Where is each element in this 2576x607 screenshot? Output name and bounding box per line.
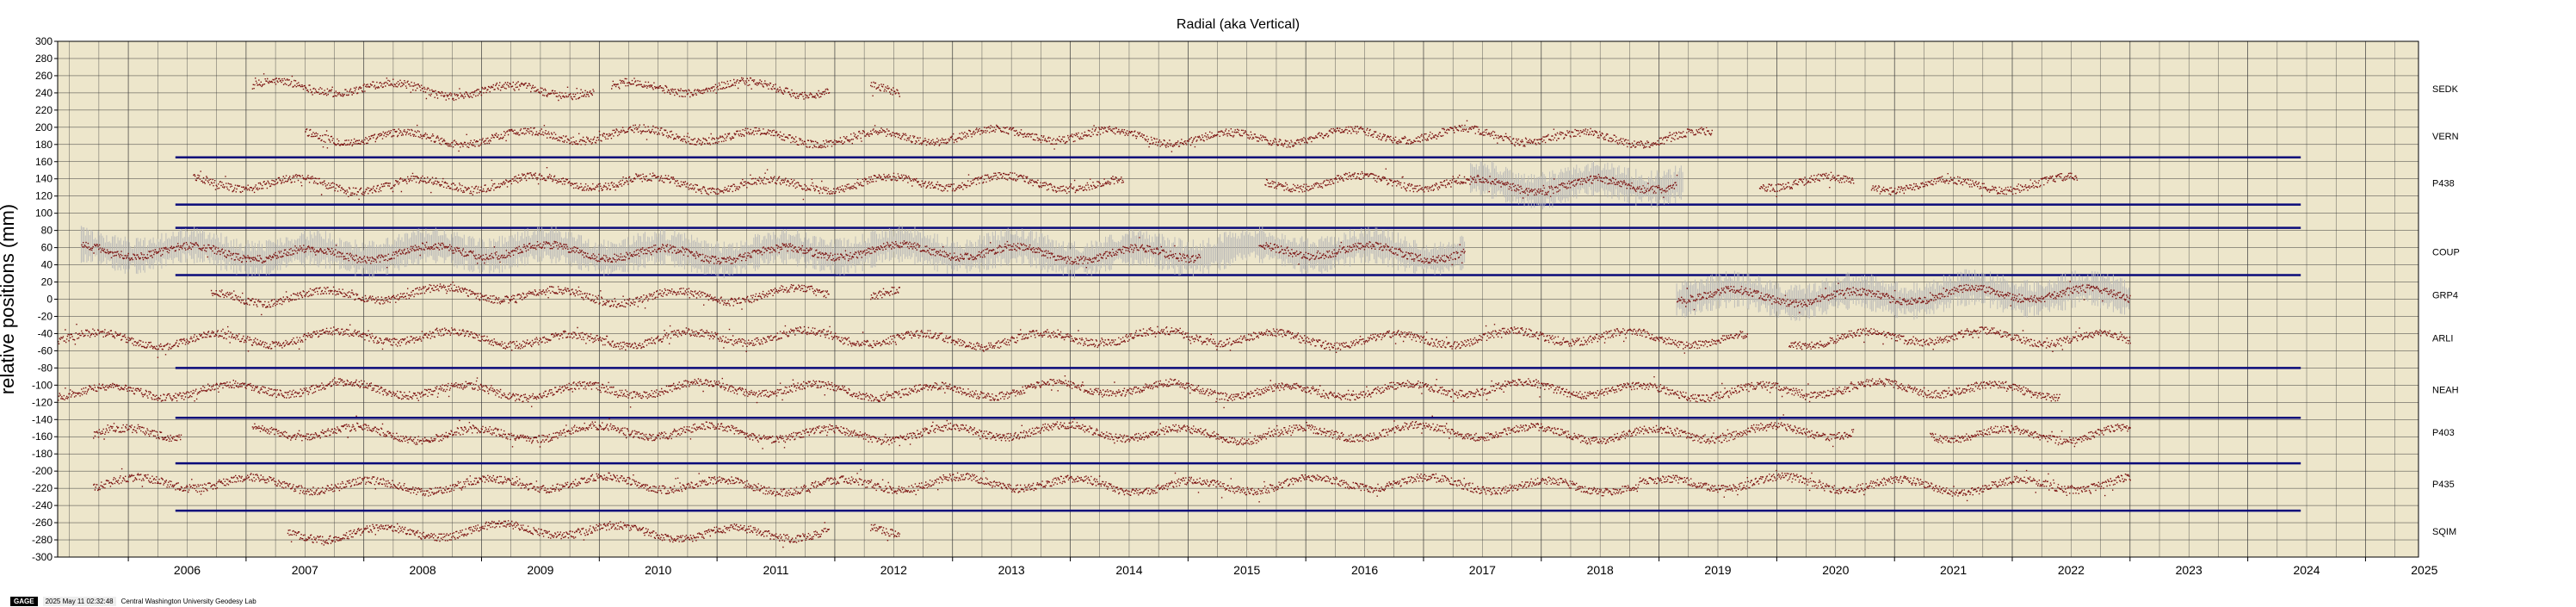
y-tick-label: -40 <box>38 327 53 339</box>
x-tick-label: 2015 <box>1233 563 1260 577</box>
x-tick-label: 2014 <box>1115 563 1142 577</box>
y-tick-labels: -300-280-260-240-220-200-180-160-140-120… <box>32 35 58 563</box>
x-tick-label: 2010 <box>645 563 671 577</box>
series-label-coup: COUP <box>2432 248 2460 258</box>
series-label-p435: P435 <box>2432 480 2455 490</box>
x-tick-label: 2018 <box>1587 563 1614 577</box>
y-tick-label: 60 <box>41 242 53 254</box>
y-tick-label: -80 <box>38 362 53 374</box>
series-label-arli: ARLI <box>2432 333 2453 344</box>
y-tick-label: -140 <box>32 413 53 425</box>
x-tick-label: 2022 <box>2058 563 2085 577</box>
timestamp: 2025 May 11 02:32:48 <box>42 596 116 606</box>
series-label-p438: P438 <box>2432 179 2455 189</box>
y-tick-label: -60 <box>38 344 53 356</box>
series-labels: SEDK VERN P438 COUP GRP4 ARLI NEAH P403 P435 SQIM <box>2432 84 2460 537</box>
y-tick-label: -220 <box>32 482 53 494</box>
y-tick-label: 80 <box>41 225 53 237</box>
x-tick-label: 2008 <box>410 563 436 577</box>
x-tick-label: 2025 <box>2411 563 2437 577</box>
y-tick-label: 120 <box>35 190 53 202</box>
x-tick-label: 2020 <box>1822 563 1849 577</box>
x-tick-labels: 2006 2007 2008 2009 2010 2011 2012 2013 2014 2015… <box>127 557 2438 577</box>
y-tick-label: -180 <box>32 448 53 460</box>
x-tick-label: 2006 <box>174 563 201 577</box>
chart-title: Radial (aka Vertical) <box>1177 17 1300 32</box>
y-tick-label: 300 <box>35 35 53 47</box>
series-label-neah: NEAH <box>2432 385 2459 395</box>
y-tick-label: 40 <box>41 259 53 271</box>
y-tick-label: 140 <box>35 173 53 185</box>
y-tick-label: 180 <box>35 139 53 151</box>
x-tick-label: 2009 <box>527 563 553 577</box>
y-axis-label: relative positions (mm) <box>0 204 18 394</box>
footer: GAGE 2025 May 11 02:32:48 Central Washin… <box>10 596 256 606</box>
x-tick-label: 2017 <box>1469 563 1496 577</box>
y-tick-label: 260 <box>35 70 53 82</box>
x-tick-label: 2016 <box>1351 563 1378 577</box>
series-label-p403: P403 <box>2432 428 2455 438</box>
y-tick-label: -120 <box>32 396 53 408</box>
x-tick-label: 2023 <box>2176 563 2202 577</box>
x-tick-label: 2024 <box>2293 563 2320 577</box>
y-tick-label: -300 <box>32 551 53 563</box>
x-tick-label: 2012 <box>880 563 907 577</box>
y-tick-label: 160 <box>35 156 53 168</box>
y-tick-label: -200 <box>32 465 53 477</box>
series-label-sqim: SQIM <box>2432 527 2456 537</box>
y-tick-label: -100 <box>32 379 53 391</box>
y-tick-label: 200 <box>35 121 53 133</box>
y-tick-label: -240 <box>32 499 53 511</box>
y-tick-label: -260 <box>32 517 53 529</box>
x-tick-label: 2019 <box>1704 563 1731 577</box>
y-tick-label: 280 <box>35 53 53 65</box>
x-tick-label: 2011 <box>763 563 788 577</box>
y-tick-label: -20 <box>38 310 53 322</box>
y-tick-label: 0 <box>46 294 53 306</box>
credit: Central Washington University Geodesy La… <box>120 597 256 605</box>
series-label-grp4: GRP4 <box>2432 291 2458 301</box>
y-tick-label: 20 <box>41 276 53 288</box>
y-tick-label: -280 <box>32 534 53 546</box>
chart: -300-280-260-240-220-200-180-160-140-120… <box>0 17 2460 577</box>
gage-logo: GAGE <box>10 596 38 606</box>
x-tick-label: 2007 <box>292 563 318 577</box>
series-label-sedk: SEDK <box>2432 84 2459 95</box>
x-tick-label: 2013 <box>998 563 1025 577</box>
y-tick-label: 100 <box>35 207 53 220</box>
y-tick-label: 220 <box>35 104 53 116</box>
series-label-vern: VERN <box>2432 132 2459 142</box>
y-tick-label: 240 <box>35 87 53 99</box>
x-tick-label: 2021 <box>1940 563 1967 577</box>
y-tick-label: -160 <box>32 430 53 443</box>
